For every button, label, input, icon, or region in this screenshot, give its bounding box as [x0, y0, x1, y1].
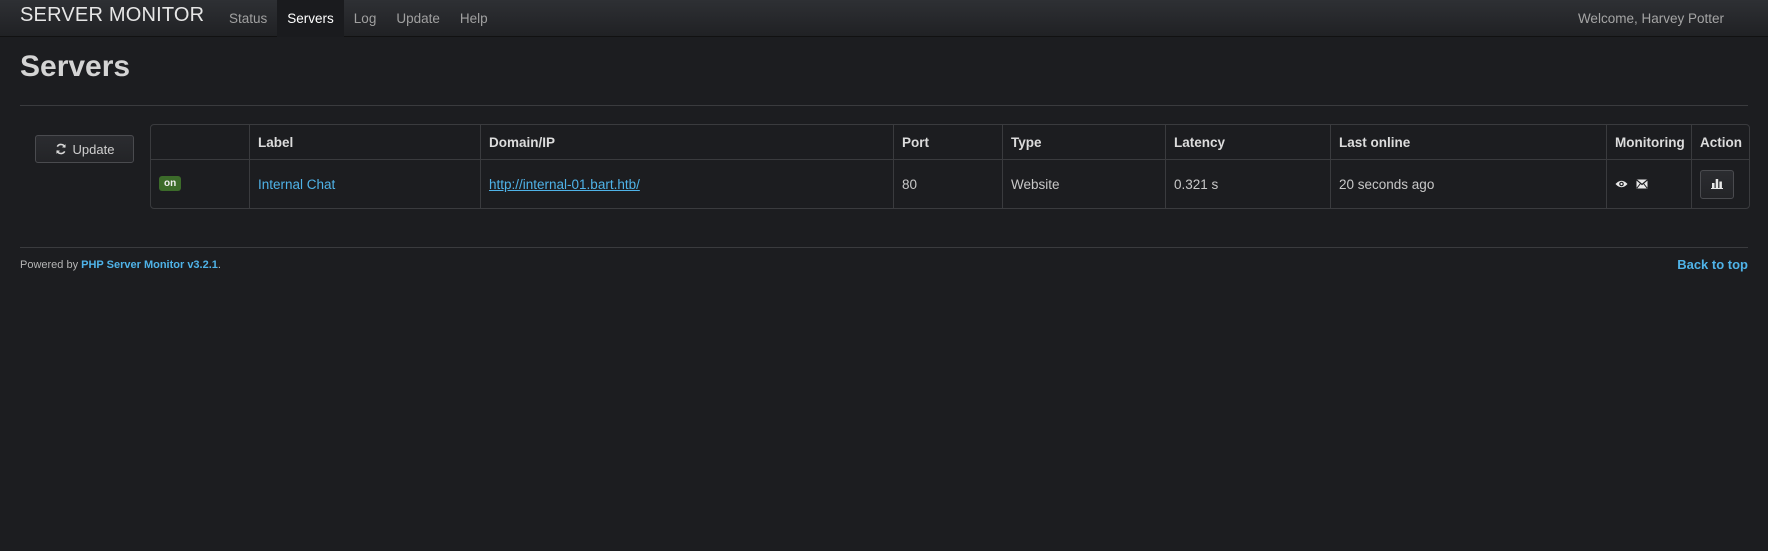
nav-item-update[interactable]: Update [386, 0, 450, 37]
nav-item-servers[interactable]: Servers [277, 0, 344, 37]
column-header-latency: Latency [1165, 125, 1330, 160]
column-header-label: Label [249, 125, 480, 160]
powered-by-text: Powered by [20, 259, 79, 271]
top-navbar: SERVER MONITOR Status Servers Log Update… [0, 0, 1768, 37]
page-title: Servers [20, 50, 131, 83]
eye-icon[interactable] [1615, 177, 1628, 192]
brand-title[interactable]: SERVER MONITOR [20, 4, 204, 27]
label-cell: Internal Chat [249, 160, 480, 208]
action-cell [1691, 160, 1749, 208]
envelope-icon[interactable] [1635, 177, 1648, 192]
latency-cell: 0.321 s [1165, 160, 1330, 208]
title-divider [20, 105, 1748, 106]
bar-chart-icon [1711, 177, 1723, 192]
view-stats-button[interactable] [1700, 169, 1734, 199]
column-header-status [151, 125, 249, 160]
php-server-monitor-link[interactable]: PHP Server Monitor v3.2.1 [81, 259, 218, 271]
table-row: on Internal Chat http://internal-01.bart… [151, 160, 1749, 208]
refresh-icon [55, 143, 67, 155]
nav-item-log[interactable]: Log [344, 0, 387, 37]
domain-cell: http://internal-01.bart.htb/ [480, 160, 893, 208]
update-button[interactable]: Update [35, 135, 134, 163]
column-header-last-online: Last online [1330, 125, 1606, 160]
nav-item-help[interactable]: Help [450, 0, 498, 37]
update-button-label: Update [72, 141, 115, 157]
status-badge: on [159, 175, 182, 191]
column-header-port: Port [893, 125, 1002, 160]
back-to-top-link[interactable]: Back to top [1677, 257, 1748, 272]
footer-divider [20, 247, 1748, 248]
column-header-domain: Domain/IP [480, 125, 893, 160]
servers-table: Label Domain/IP Port Type Latency Last o… [150, 124, 1750, 209]
footer-period: . [217, 259, 221, 271]
nav-item-status[interactable]: Status [219, 0, 277, 37]
column-header-monitoring: Monitoring [1606, 125, 1691, 160]
server-label-link[interactable]: Internal Chat [258, 177, 335, 192]
status-cell: on [151, 160, 249, 208]
footer-credits: Powered by PHP Server Monitor v3.2.1. [20, 259, 221, 271]
column-header-action: Action [1691, 125, 1749, 160]
table-header-row: Label Domain/IP Port Type Latency Last o… [151, 125, 1749, 160]
column-header-type: Type [1002, 125, 1165, 160]
port-cell: 80 [893, 160, 1002, 208]
monitoring-cell [1606, 160, 1691, 208]
main-nav: Status Servers Log Update Help [219, 0, 498, 37]
last-online-cell: 20 seconds ago [1330, 160, 1606, 208]
server-domain-link[interactable]: http://internal-01.bart.htb/ [489, 177, 640, 192]
type-cell: Website [1002, 160, 1165, 208]
welcome-message: Welcome, Harvey Potter [1577, 11, 1724, 26]
